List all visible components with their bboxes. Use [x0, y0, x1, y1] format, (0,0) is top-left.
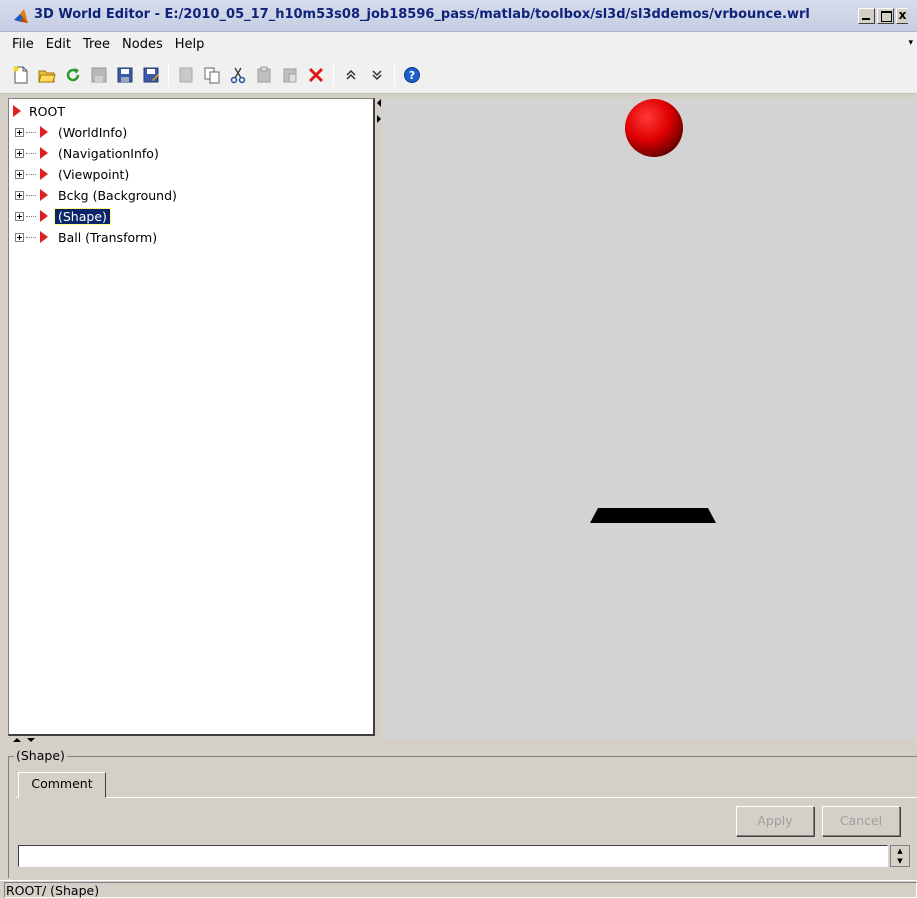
expand-icon[interactable] — [15, 169, 24, 179]
tree-node-label: Bckg (Background) — [58, 187, 177, 203]
comment-field[interactable] — [18, 845, 888, 867]
menu-nodes[interactable]: Nodes — [116, 37, 169, 52]
save-as-icon[interactable] — [140, 64, 162, 86]
ball-sphere[interactable] — [625, 99, 683, 157]
copy-icon[interactable] — [201, 64, 223, 86]
title-bar[interactable]: 3D World Editor - E:/2010_05_17_h10m53s0… — [0, 0, 917, 32]
platform-shape[interactable] — [590, 508, 716, 523]
tree-node[interactable]: (WorldInfo) — [15, 122, 127, 142]
move-down-icon[interactable] — [366, 64, 388, 86]
tree-node-label: (Viewpoint) — [58, 166, 130, 182]
move-up-icon[interactable] — [340, 64, 362, 86]
comment-spinner[interactable]: ▲ ▼ — [890, 845, 910, 867]
properties-group-title: (Shape) — [14, 748, 67, 763]
toolbar-separator — [394, 62, 395, 87]
tree-node-label: Ball (Transform) — [58, 229, 158, 245]
tree-node[interactable]: (NavigationInfo) — [15, 143, 159, 163]
node-triangle-icon — [13, 105, 21, 117]
node-triangle-icon — [40, 210, 48, 222]
status-bar: ROOT/ (Shape) — [0, 880, 917, 898]
spin-down-icon[interactable]: ▼ — [891, 856, 909, 866]
menu-help[interactable]: Help — [169, 37, 211, 52]
expand-icon[interactable] — [15, 211, 24, 221]
splitter-arrows-icon[interactable] — [12, 737, 42, 745]
maximize-button[interactable] — [877, 8, 894, 24]
window-title: 3D World Editor - E:/2010_05_17_h10m53s0… — [34, 7, 810, 22]
node-triangle-icon — [40, 147, 48, 159]
tree-root[interactable]: ROOT — [13, 101, 65, 121]
toolbar-separator — [333, 62, 334, 87]
matlab-logo-icon — [14, 9, 28, 23]
expand-icon[interactable] — [15, 148, 24, 158]
expand-icon[interactable] — [15, 127, 24, 137]
menu-bar: File Edit Tree Nodes Help ▾ — [0, 32, 917, 56]
tree-node-label: (WorldInfo) — [58, 124, 128, 140]
tree-root-label: ROOT — [29, 103, 65, 119]
open-icon[interactable] — [36, 64, 58, 86]
node-triangle-icon — [40, 126, 48, 138]
tree-node[interactable]: (Shape) — [15, 206, 111, 226]
toolbar-separator — [168, 62, 169, 87]
cancel-button[interactable]: Cancel — [822, 806, 900, 836]
status-path: ROOT/ (Shape) — [6, 883, 100, 898]
apply-button[interactable]: Apply — [736, 806, 814, 836]
menu-tree[interactable]: Tree — [77, 37, 116, 52]
scene-canvas[interactable] — [382, 98, 917, 740]
menu-overflow-icon[interactable]: ▾ — [908, 38, 913, 48]
tree-panel[interactable]: ROOT (WorldInfo) (NavigationInfo) (Viewp… — [8, 98, 375, 736]
menu-file[interactable]: File — [6, 37, 40, 52]
tree-node[interactable]: Bckg (Background) — [15, 185, 177, 205]
minimize-button[interactable] — [858, 8, 875, 24]
node-triangle-icon — [40, 189, 48, 201]
save-disabled-icon[interactable] — [88, 64, 110, 86]
spin-up-icon[interactable]: ▲ — [891, 846, 909, 856]
tree-node-label: (NavigationInfo) — [58, 145, 159, 161]
svg-text:?: ? — [409, 69, 415, 82]
save-icon[interactable] — [114, 64, 136, 86]
3d-viewer[interactable] — [382, 98, 917, 740]
tree-node-label-selected: (Shape) — [54, 207, 111, 225]
close-button[interactable]: x — [896, 8, 908, 24]
help-icon[interactable]: ? — [401, 64, 423, 86]
cut-icon[interactable] — [227, 64, 249, 86]
tree-node[interactable]: Ball (Transform) — [15, 227, 157, 247]
paste-disabled-icon[interactable] — [253, 64, 275, 86]
new-icon[interactable] — [10, 64, 32, 86]
node-triangle-icon — [40, 231, 48, 243]
tab-comment[interactable]: Comment — [18, 772, 106, 798]
expand-icon[interactable] — [15, 190, 24, 200]
tree-node[interactable]: (Viewpoint) — [15, 164, 129, 184]
expand-icon[interactable] — [15, 232, 24, 242]
undo-disabled-icon[interactable] — [175, 64, 197, 86]
reload-icon[interactable] — [62, 64, 84, 86]
menu-edit[interactable]: Edit — [40, 37, 77, 52]
horizontal-splitter[interactable] — [8, 737, 917, 745]
delete-icon[interactable] — [305, 64, 327, 86]
paste-special-disabled-icon[interactable] — [279, 64, 301, 86]
node-triangle-icon — [40, 168, 48, 180]
toolbar: ? — [0, 56, 917, 94]
